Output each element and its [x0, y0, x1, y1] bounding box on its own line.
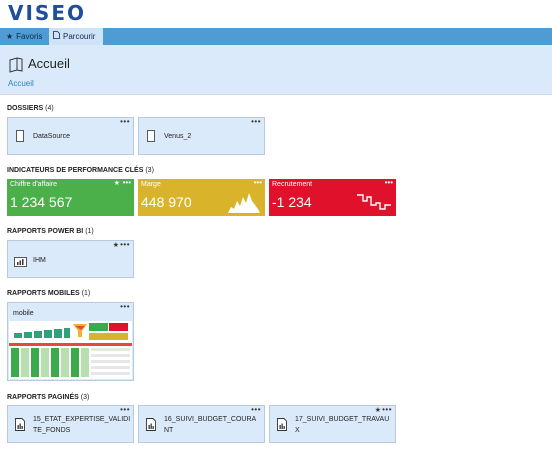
- section-pagines-count: (3): [80, 394, 90, 401]
- top-bar: VISEO: [0, 0, 552, 28]
- section-mobile-label: RAPPORTS MOBILES: [7, 290, 80, 297]
- report-label-line2: TE_FONDS: [33, 427, 71, 434]
- more-options-icon[interactable]: •••: [120, 302, 130, 311]
- more-options-icon[interactable]: •••: [120, 117, 130, 126]
- page-title: Accueil: [28, 56, 70, 71]
- divider: [0, 94, 552, 95]
- mobile-report-label: mobile: [13, 310, 34, 317]
- kpi-name: Chiffre d'affaire: [10, 181, 57, 188]
- document-icon: [53, 28, 60, 45]
- tab-favoris-label: Favoris: [16, 32, 43, 41]
- section-kpis-label: INDICATEURS DE PERFORMANCE CLÉS: [7, 167, 144, 174]
- tab-favoris[interactable]: ★ Favoris: [2, 28, 46, 45]
- tab-parcourir[interactable]: Parcourir: [49, 28, 103, 45]
- more-options-icon[interactable]: •••: [254, 178, 262, 187]
- more-options-icon[interactable]: •••: [120, 240, 130, 249]
- kpi-tile-recrutement[interactable]: Recrutement -1 234 •••: [269, 178, 396, 218]
- favorite-star-icon[interactable]: ★: [375, 406, 381, 414]
- report-label-line1: 15_ETAT_EXPERTISE_VALIDI: [33, 416, 131, 423]
- powerbi-icon: [14, 254, 27, 272]
- section-title-powerbi: RAPPORTS POWER BI (1): [7, 228, 94, 235]
- report-icon: [15, 418, 25, 436]
- kpi-tile-marge[interactable]: Marge 448 970 •••: [138, 178, 265, 218]
- folder-icon: [16, 129, 24, 147]
- more-options-icon[interactable]: •••: [123, 178, 131, 187]
- more-options-icon[interactable]: •••: [251, 405, 261, 414]
- area-sparkline-icon: [228, 189, 260, 218]
- report-icon: [277, 418, 287, 436]
- more-options-icon[interactable]: •••: [120, 405, 130, 414]
- folder-tile-datasource[interactable]: DataSource •••: [7, 117, 134, 155]
- powerbi-label: IHM: [33, 257, 46, 264]
- section-kpis-count: (3): [145, 167, 154, 174]
- mobile-report-thumbnail: [9, 321, 132, 379]
- section-title-dossiers: DOSSIERS (4): [7, 105, 54, 112]
- folder-label: DataSource: [33, 133, 70, 140]
- kpi-name: Marge: [141, 181, 161, 188]
- section-title-pagines: RAPPORTS PAGINÉS (3): [7, 394, 89, 401]
- page-header: Accueil: [0, 45, 552, 94]
- section-powerbi-label: RAPPORTS POWER BI: [7, 228, 84, 235]
- report-label-line2: NT: [164, 427, 174, 434]
- report-label-line2: X: [295, 427, 300, 434]
- section-title-kpis: INDICATEURS DE PERFORMANCE CLÉS (3): [7, 167, 154, 174]
- section-dossiers-count: (4): [45, 105, 54, 112]
- report-label-line1: 16_SUIVI_BUDGET_COURA: [164, 416, 257, 423]
- kpi-value: 448 970: [141, 194, 192, 210]
- tab-parcourir-label: Parcourir: [63, 32, 96, 41]
- breadcrumb[interactable]: Accueil: [8, 79, 34, 88]
- folder-tile-venus[interactable]: Venus_2 •••: [138, 117, 265, 155]
- nav-tabs: ★ Favoris Parcourir: [0, 28, 552, 45]
- section-pagines-label: RAPPORTS PAGINÉS: [7, 394, 79, 401]
- viseo-logo[interactable]: VISEO: [8, 1, 86, 25]
- step-sparkline-icon: [357, 191, 391, 218]
- paginated-report-tile-16[interactable]: 16_SUIVI_BUDGET_COURA NT •••: [138, 405, 265, 443]
- favorite-star-icon[interactable]: ★: [114, 179, 120, 187]
- book-icon: [8, 57, 24, 78]
- section-dossiers-label: DOSSIERS: [7, 105, 44, 112]
- more-options-icon[interactable]: •••: [382, 405, 392, 414]
- kpi-tile-chiffre-affaire[interactable]: Chiffre d'affaire 1 234 567 ★ •••: [7, 178, 134, 216]
- section-title-mobile: RAPPORTS MOBILES (1): [7, 290, 90, 297]
- more-options-icon[interactable]: •••: [251, 117, 261, 126]
- folder-icon: [147, 129, 155, 147]
- report-icon: [146, 418, 156, 436]
- more-options-icon[interactable]: •••: [385, 178, 393, 187]
- section-mobile-count: (1): [81, 290, 91, 297]
- section-powerbi-count: (1): [85, 228, 94, 235]
- kpi-value: 1 234 567: [10, 194, 73, 210]
- powerbi-tile-ihm[interactable]: IHM ★ •••: [7, 240, 134, 278]
- report-label-line1: 17_SUIVI_BUDGET_TRAVAU: [295, 416, 390, 423]
- kpi-value: -1 234: [272, 194, 312, 210]
- paginated-report-tile-15[interactable]: 15_ETAT_EXPERTISE_VALIDI TE_FONDS •••: [7, 405, 134, 443]
- star-icon: ★: [6, 32, 14, 41]
- favorite-star-icon[interactable]: ★: [113, 241, 119, 249]
- paginated-report-tile-17[interactable]: 17_SUIVI_BUDGET_TRAVAU X ★ •••: [269, 405, 396, 443]
- folder-label: Venus_2: [164, 133, 192, 140]
- kpi-name: Recrutement: [272, 181, 313, 188]
